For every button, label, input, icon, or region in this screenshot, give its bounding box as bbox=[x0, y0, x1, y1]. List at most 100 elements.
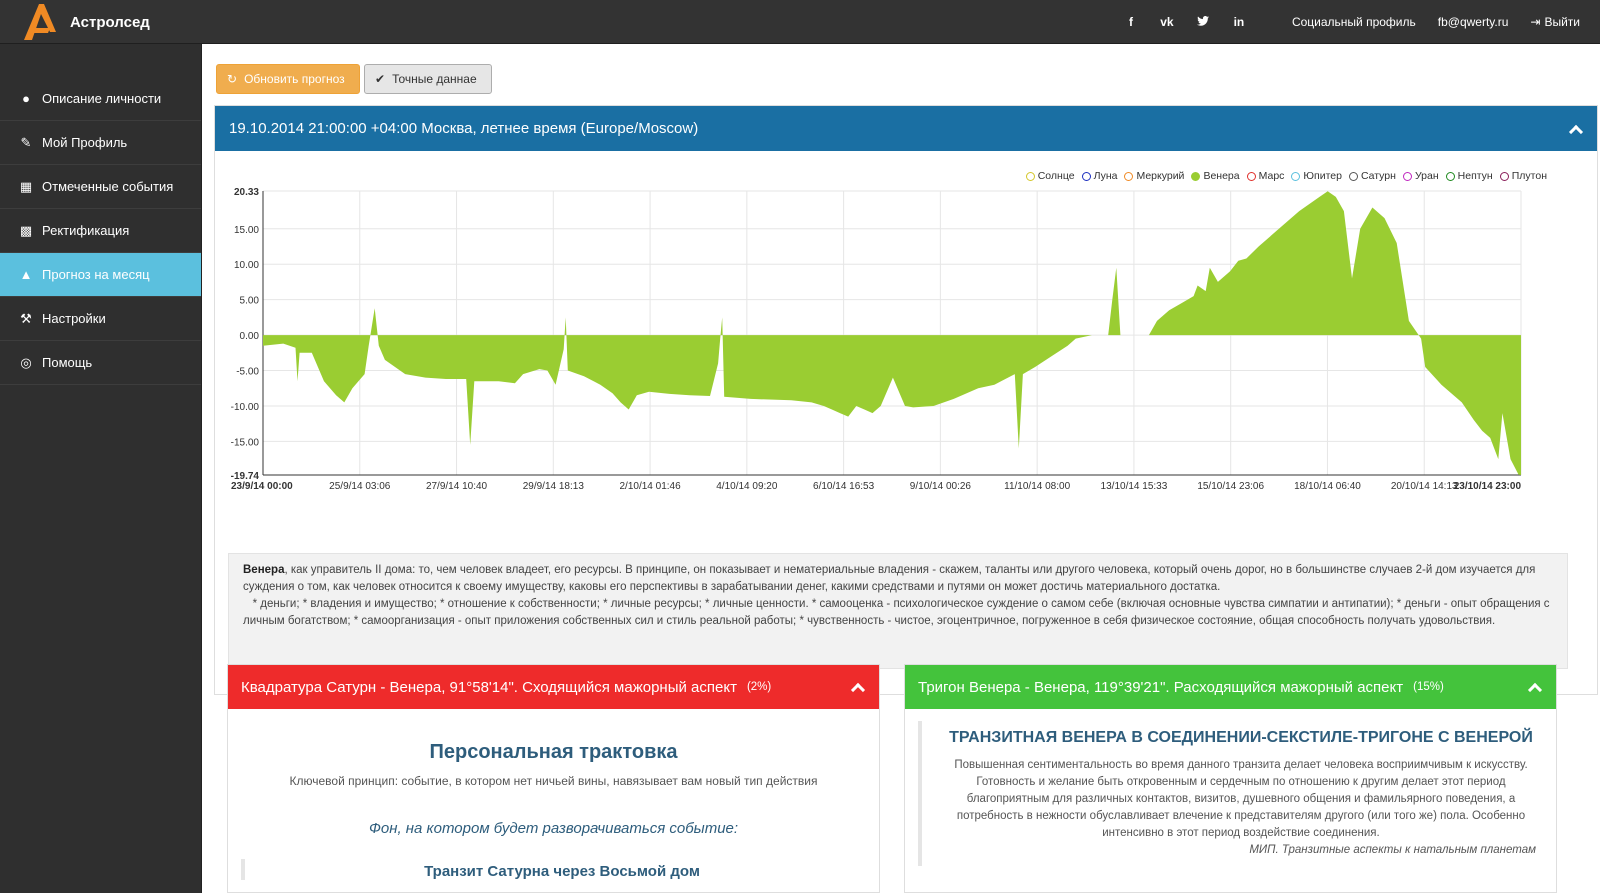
social-profile-link[interactable]: Социальный профиль bbox=[1292, 15, 1416, 29]
logout-label: Выйти bbox=[1544, 15, 1580, 29]
vk-icon[interactable]: vk bbox=[1160, 15, 1174, 29]
top-nav-links: f vk in Социальный профиль fb@qwerty.ru … bbox=[1124, 0, 1580, 44]
legend-item[interactable]: Плутон bbox=[1499, 170, 1547, 182]
legend-label: Луна bbox=[1093, 170, 1118, 182]
chevron-up-icon[interactable] bbox=[850, 682, 866, 698]
wrench-icon: ⚒ bbox=[20, 310, 32, 326]
legend-item[interactable]: Луна bbox=[1081, 170, 1118, 182]
main-content: ↻ Обновить прогноз ✔ Точные даннае 19.10… bbox=[202, 44, 1600, 893]
description-planet: Венера bbox=[243, 564, 285, 576]
legend-marker bbox=[1445, 171, 1455, 181]
sidebar-item-settings[interactable]: ⚒ Настройки bbox=[0, 297, 201, 341]
x-tick-label: 20/10/14 14:13 bbox=[1391, 481, 1458, 492]
legend-label: Плутон bbox=[1511, 170, 1547, 182]
x-tick-label: 18/10/14 06:40 bbox=[1294, 481, 1361, 492]
y-tick-label: 20.33 bbox=[234, 187, 259, 198]
legend-marker bbox=[1124, 171, 1134, 181]
legend-item[interactable]: Уран bbox=[1402, 170, 1439, 182]
planet-description: Венера, как управитель II дома: то, чем … bbox=[228, 553, 1568, 669]
sidebar-item-label: Прогноз на месяц bbox=[42, 267, 150, 282]
legend-marker bbox=[1025, 171, 1035, 181]
legend-item[interactable]: Марс bbox=[1246, 170, 1285, 182]
aspect-header[interactable]: Квадратура Сатурн - Венера, 91°58'14". С… bbox=[228, 665, 879, 709]
y-tick-label: 0.00 bbox=[240, 331, 260, 342]
sidebar-item-label: Отмеченные события bbox=[42, 179, 174, 194]
legend-marker bbox=[1081, 171, 1091, 181]
x-tick-label: 6/10/14 16:53 bbox=[813, 481, 875, 492]
sidebar-item-events[interactable]: ▦ Отмеченные события bbox=[0, 165, 201, 209]
legend-item[interactable]: Меркурий bbox=[1124, 170, 1184, 182]
chevron-up-icon[interactable] bbox=[1568, 124, 1584, 139]
sidebar-item-label: Помощь bbox=[42, 355, 93, 370]
refresh-forecast-label: Обновить прогноз bbox=[244, 72, 345, 86]
calendar-icon: ▦ bbox=[19, 178, 33, 194]
panel-title: 19.10.2014 21:00:00 +04:00 Москва, летне… bbox=[229, 120, 699, 137]
y-tick-label: -5.00 bbox=[236, 367, 259, 378]
chevron-up-icon[interactable] bbox=[1527, 682, 1543, 698]
logout-link[interactable]: ⇥ Выйти bbox=[1530, 15, 1580, 29]
chart-legend: Солнце Луна Меркурий Венера Марс Юпитер Сатурн… bbox=[1025, 170, 1547, 182]
sign-out-icon: ⇥ bbox=[1530, 15, 1541, 29]
sidebar-item-profile[interactable]: ✎ Мой Профиль bbox=[0, 121, 201, 165]
description-text-1: , как управитель II дома: то, чем челове… bbox=[243, 564, 1536, 593]
aspect-title: Тригон Венера - Венера, 119°39'21". Расх… bbox=[918, 678, 1404, 696]
legend-marker bbox=[1291, 171, 1301, 181]
sidebar-item-label: Настройки bbox=[42, 311, 106, 326]
x-tick-label: 9/10/14 00:26 bbox=[910, 481, 972, 492]
sidebar-item-label: Ректификация bbox=[42, 223, 130, 238]
x-tick-label: 15/10/14 23:06 bbox=[1197, 481, 1264, 492]
edit-icon: ✎ bbox=[20, 134, 32, 150]
aspect-header[interactable]: Тригон Венера - Венера, 119°39'21". Расх… bbox=[905, 665, 1556, 709]
y-tick-label: 5.00 bbox=[240, 296, 260, 307]
legend-item[interactable]: Юпитер bbox=[1291, 170, 1342, 182]
legend-item[interactable]: Сатурн bbox=[1348, 170, 1396, 182]
series-area-venus bbox=[263, 191, 1521, 475]
exact-data-button[interactable]: ✔ Точные даннае bbox=[364, 64, 492, 94]
sidebar-item-personality[interactable]: ● Описание личности bbox=[0, 77, 201, 121]
legend-item[interactable]: Венера bbox=[1191, 170, 1240, 182]
forecast-panel-header[interactable]: 19.10.2014 21:00:00 +04:00 Москва, летне… bbox=[215, 106, 1597, 151]
legend-marker bbox=[1191, 171, 1201, 181]
sidebar-item-rectification[interactable]: ▩ Ректификация bbox=[0, 209, 201, 253]
x-tick-label: 23/9/14 00:00 bbox=[231, 481, 293, 492]
legend-label: Марс bbox=[1258, 170, 1285, 182]
legend-item[interactable]: Нептун bbox=[1445, 170, 1493, 182]
legend-label: Нептун bbox=[1457, 170, 1493, 182]
legend-label: Меркурий bbox=[1136, 170, 1185, 182]
y-tick-label: 15.00 bbox=[234, 225, 259, 236]
quote-source: МИП. Транзитные аспекты к натальным план… bbox=[1249, 844, 1536, 856]
forecast-chart: 20.33 15.00 10.00 5.00 0.00 -5.00 -10.00 -15.00… bbox=[215, 152, 1597, 517]
forecast-panel: 19.10.2014 21:00:00 +04:00 Москва, летне… bbox=[214, 105, 1598, 695]
refresh-forecast-button[interactable]: ↻ Обновить прогноз bbox=[216, 64, 360, 94]
user-email-link[interactable]: fb@qwerty.ru bbox=[1438, 15, 1509, 29]
legend-label: Венера bbox=[1203, 170, 1240, 182]
x-tick-label: 23/10/14 23:00 bbox=[1454, 481, 1522, 492]
legend-item[interactable]: Солнце bbox=[1025, 170, 1075, 182]
legend-marker bbox=[1348, 171, 1358, 181]
top-navbar: Астролсед f vk in Социальный профиль fb@… bbox=[0, 0, 1600, 44]
legend-marker bbox=[1402, 171, 1412, 181]
twitter-icon[interactable] bbox=[1196, 15, 1210, 29]
y-tick-label: -15.00 bbox=[231, 437, 260, 448]
legend-label: Уран bbox=[1414, 170, 1439, 182]
check-icon: ✔ bbox=[375, 72, 386, 86]
sidebar-item-label: Мой Профиль bbox=[42, 135, 128, 150]
interpretation-quote: ТРАНЗИТНАЯ ВЕНЕРА В СОЕДИНЕНИИ-СЕКСТИЛЕ-… bbox=[918, 721, 1556, 866]
aspect-card-venus-venus: Тригон Венера - Венера, 119°39'21". Расх… bbox=[904, 664, 1557, 893]
aspect-title: Квадратура Сатурн - Венера, 91°58'14". С… bbox=[241, 678, 737, 696]
logo-icon bbox=[24, 4, 56, 40]
sidebar: ● Описание личности ✎ Мой Профиль ▦ Отме… bbox=[0, 44, 202, 893]
sidebar-item-forecast[interactable]: ▲ Прогноз на месяц bbox=[0, 253, 201, 297]
x-tick-label: 2/10/14 01:46 bbox=[619, 481, 681, 492]
transit-title: Транзит Сатурна через Восьмой дом bbox=[241, 859, 879, 880]
facebook-icon[interactable]: f bbox=[1124, 15, 1138, 29]
brand[interactable]: Астролсед bbox=[20, 2, 150, 42]
quote-text: Повышенная сентиментальность во время да… bbox=[954, 759, 1528, 839]
linkedin-icon[interactable]: in bbox=[1232, 15, 1246, 29]
quote-title: ТРАНЗИТНАЯ ВЕНЕРА В СОЕДИНЕНИИ-СЕКСТИЛЕ-… bbox=[949, 729, 1533, 746]
aspect-percent: (2%) bbox=[746, 681, 772, 693]
industry-icon: ▩ bbox=[19, 222, 33, 238]
x-tick-label: 11/10/14 08:00 bbox=[1004, 481, 1070, 492]
sidebar-item-help[interactable]: ◎ Помощь bbox=[0, 341, 201, 385]
sidebar-item-label: Описание личности bbox=[42, 91, 162, 106]
